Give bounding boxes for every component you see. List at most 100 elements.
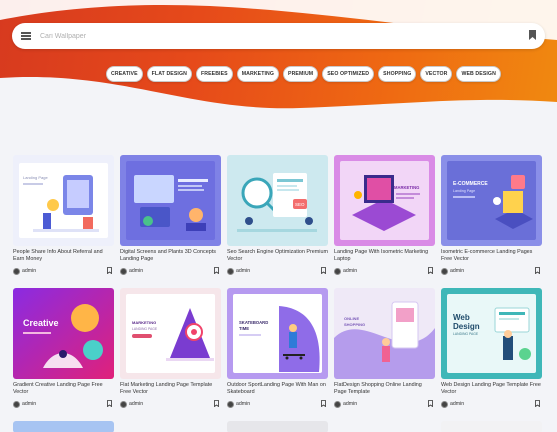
- card-title[interactable]: Seo Search Engine Optimization Premium V…: [227, 249, 328, 263]
- avatar[interactable]: [120, 267, 127, 275]
- card[interactable]: Digital Screens and Plants 3D Concepts L…: [120, 155, 221, 276]
- card[interactable]: SKATEBOARD TIME Outdoor SportLanding Pag…: [227, 288, 328, 409]
- chip-vector[interactable]: VECTOR: [420, 66, 453, 82]
- card[interactable]: E-COMMERCE Landing Page Isometric E-comm…: [441, 155, 542, 276]
- author-name[interactable]: admin: [129, 268, 143, 274]
- card[interactable]: Web Design LANDING PAGE Web Design Landi…: [441, 288, 542, 409]
- thumb-caption: SKATEBOARD: [239, 320, 268, 325]
- card-thumbnail[interactable]: SEO: [227, 155, 328, 246]
- card-meta: admin: [334, 266, 435, 276]
- card-thumbnail[interactable]: [13, 421, 114, 432]
- bookmark-icon[interactable]: [535, 267, 540, 275]
- chip-shopping[interactable]: SHOPPING: [378, 66, 417, 82]
- card-thumbnail[interactable]: Web Design LANDING PAGE: [441, 288, 542, 379]
- chip-seo-optimized[interactable]: SEO OPTIMIZED: [322, 66, 375, 82]
- thumb-caption: Creative: [23, 318, 59, 328]
- card-meta: admin: [441, 399, 542, 409]
- bookmark-icon[interactable]: [428, 400, 433, 408]
- thumb-caption: TIME: [239, 326, 249, 331]
- card[interactable]: Landing Page People Share Info About Ref…: [13, 155, 114, 276]
- bookmark-icon[interactable]: [529, 30, 536, 40]
- card-title[interactable]: Gradient Creative Landing Page Free Vect…: [13, 382, 114, 396]
- avatar[interactable]: [13, 267, 20, 275]
- author-name[interactable]: admin: [450, 401, 464, 407]
- thumb-caption: MARKETING: [132, 320, 156, 325]
- card-thumbnail[interactable]: [441, 421, 542, 432]
- chip-freebies[interactable]: FREEBIES: [195, 66, 233, 82]
- card-title[interactable]: Landing Page With Isometric Marketing La…: [334, 249, 435, 263]
- bookmark-icon[interactable]: [107, 267, 112, 275]
- author-name[interactable]: admin: [343, 401, 357, 407]
- shopping-illustration-icon: ONLINE SHOPPING: [334, 288, 435, 379]
- chip-flat-design[interactable]: FLAT DESIGN: [146, 66, 192, 82]
- bookmark-icon[interactable]: [321, 267, 326, 275]
- avatar[interactable]: [441, 400, 448, 408]
- card-title[interactable]: Outdoor SportLanding Page With Man on Sk…: [227, 382, 328, 396]
- avatar[interactable]: [334, 400, 341, 408]
- card[interactable]: SEO Seo Search Engine Optimization Premi…: [227, 155, 328, 276]
- card-thumbnail[interactable]: ONLINE SHOPPING: [334, 288, 435, 379]
- card-meta: admin: [120, 266, 221, 276]
- bookmark-icon[interactable]: [214, 400, 219, 408]
- card-title[interactable]: People Share Info About Referral and Ear…: [13, 249, 114, 263]
- bookmark-icon[interactable]: [107, 400, 112, 408]
- card-thumbnail[interactable]: SKATEBOARD TIME: [227, 288, 328, 379]
- menu-icon[interactable]: [21, 32, 31, 40]
- card-meta: admin: [120, 399, 221, 409]
- avatar[interactable]: [120, 400, 127, 408]
- card-thumbnail[interactable]: [120, 155, 221, 246]
- bookmark-icon[interactable]: [321, 400, 326, 408]
- referral-illustration-icon: Landing Page: [13, 155, 114, 246]
- card-partial[interactable]: [441, 421, 542, 432]
- search-bar[interactable]: [12, 23, 545, 49]
- card-meta: admin: [441, 266, 542, 276]
- thumb-caption: LANDING PAGE: [453, 332, 479, 336]
- thumb-caption: SEO: [295, 202, 305, 207]
- avatar[interactable]: [13, 400, 20, 408]
- bookmark-icon[interactable]: [428, 267, 433, 275]
- digital-screens-illustration-icon: [120, 155, 221, 246]
- thumb-caption: LANDING PAGE: [132, 327, 158, 331]
- card-title[interactable]: FlatDesign Shopping Online Landing Page …: [334, 382, 435, 396]
- author-name[interactable]: admin: [450, 268, 464, 274]
- card-title[interactable]: Digital Screens and Plants 3D Concepts L…: [120, 249, 221, 263]
- avatar[interactable]: [441, 267, 448, 275]
- card[interactable]: MARKETING Landing Page With Isometric Ma…: [334, 155, 435, 276]
- card-partial[interactable]: [13, 421, 114, 432]
- card-thumbnail[interactable]: [227, 421, 328, 432]
- chip-premium[interactable]: PREMIUM: [283, 66, 319, 82]
- chip-creative[interactable]: CREATIVE: [106, 66, 143, 82]
- card-meta: admin: [13, 266, 114, 276]
- chip-web-design[interactable]: WEB DESIGN: [456, 66, 501, 82]
- card-title[interactable]: Flat Marketing Landing Page Template Fre…: [120, 382, 221, 396]
- card-thumbnail[interactable]: Landing Page: [13, 155, 114, 246]
- bookmark-icon[interactable]: [214, 267, 219, 275]
- card-meta: admin: [13, 399, 114, 409]
- ecommerce-illustration-icon: E-COMMERCE Landing Page: [441, 155, 542, 246]
- card-thumbnail[interactable]: MARKETING: [334, 155, 435, 246]
- author-name[interactable]: admin: [22, 401, 36, 407]
- avatar[interactable]: [334, 267, 341, 275]
- marketing-laptop-illustration-icon: MARKETING: [334, 155, 435, 246]
- bookmark-icon[interactable]: [535, 400, 540, 408]
- chip-marketing[interactable]: MARKETING: [236, 66, 280, 82]
- web-design-illustration-icon: Web Design LANDING PAGE: [441, 288, 542, 379]
- card-thumbnail[interactable]: Creative: [13, 288, 114, 379]
- card-title[interactable]: Isometric E-commerce Landing Pages Free …: [441, 249, 542, 263]
- card-partial[interactable]: [227, 421, 328, 432]
- author-name[interactable]: admin: [343, 268, 357, 274]
- author-name[interactable]: admin: [236, 401, 250, 407]
- avatar[interactable]: [227, 400, 234, 408]
- search-input[interactable]: [40, 32, 510, 40]
- card-title[interactable]: Web Design Landing Page Template Free Ve…: [441, 382, 542, 396]
- card-thumbnail[interactable]: E-COMMERCE Landing Page: [441, 155, 542, 246]
- author-name[interactable]: admin: [236, 268, 250, 274]
- thumb-caption: Design: [453, 322, 480, 331]
- card[interactable]: Creative Gradient Creative Landing Page …: [13, 288, 114, 409]
- card-thumbnail[interactable]: MARKETING LANDING PAGE: [120, 288, 221, 379]
- avatar[interactable]: [227, 267, 234, 275]
- card[interactable]: ONLINE SHOPPING FlatDesign Shopping Onli…: [334, 288, 435, 409]
- author-name[interactable]: admin: [129, 401, 143, 407]
- author-name[interactable]: admin: [22, 268, 36, 274]
- card[interactable]: MARKETING LANDING PAGE Flat Marketing La…: [120, 288, 221, 409]
